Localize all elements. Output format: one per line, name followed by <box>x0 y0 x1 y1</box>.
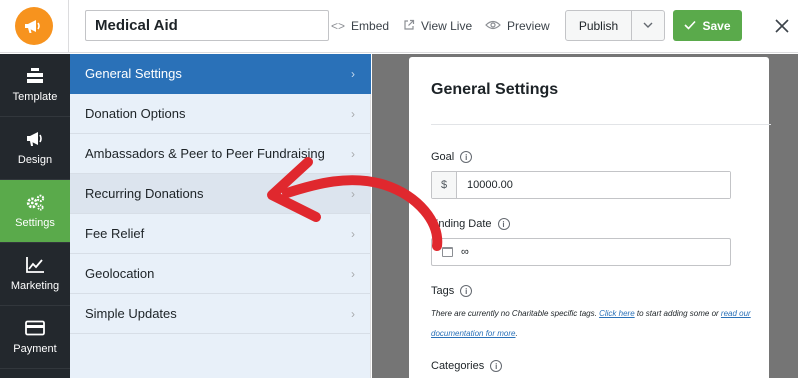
info-icon[interactable]: i <box>490 360 503 372</box>
chevron-right-icon: › <box>351 227 355 241</box>
goal-field: $ <box>431 171 731 199</box>
info-icon[interactable]: i <box>460 151 473 163</box>
tags-text-middle: to start adding some or <box>634 309 721 318</box>
checkmark-icon <box>684 19 697 33</box>
embed-button[interactable]: <> Embed <box>331 17 389 35</box>
sidebar-item-label: Marketing <box>10 280 60 292</box>
campaign-title-input[interactable] <box>85 10 329 41</box>
categories-label: Categories i <box>431 360 503 372</box>
top-bar: <> Embed View Live Preview Publish Save <box>0 0 798 53</box>
menu-item-label: Simple Updates <box>85 306 177 321</box>
sidebar-item-label: Settings <box>15 217 55 229</box>
menu-item-label: Geolocation <box>85 266 155 281</box>
sidebar-item-payment[interactable]: Payment <box>0 306 70 369</box>
publish-button[interactable]: Publish <box>566 11 632 40</box>
currency-prefix: $ <box>432 172 457 198</box>
eye-icon <box>485 19 501 33</box>
menu-item-label: Donation Options <box>85 106 186 121</box>
sidebar-item-template[interactable]: Template <box>0 54 70 117</box>
divider <box>431 124 771 125</box>
chevron-down-icon <box>643 20 653 31</box>
chevron-right-icon: › <box>351 267 355 281</box>
settings-menu: General Settings › Donation Options › Am… <box>70 54 371 378</box>
view-live-label: View Live <box>421 19 473 33</box>
menu-item-donation-options[interactable]: Donation Options › <box>70 94 371 134</box>
calendar-icon <box>442 247 453 257</box>
sidebar-item-label: Payment <box>13 343 57 355</box>
sidebar-item-design[interactable]: Design <box>0 117 70 180</box>
general-settings-panel: General Settings Goal i $ Ending Date i … <box>409 57 771 378</box>
tags-text-after: . <box>515 329 518 338</box>
close-icon <box>774 10 790 41</box>
embed-label: Embed <box>351 19 390 33</box>
sidebar-item-marketing[interactable]: Marketing <box>0 243 70 306</box>
external-link-icon <box>403 19 415 33</box>
menu-item-label: General Settings <box>85 66 182 81</box>
chevron-right-icon: › <box>351 107 355 121</box>
goal-label: Goal i <box>431 151 473 163</box>
save-label: Save <box>702 18 731 33</box>
builder-sidebar: Template Design Settings Marketing Payme… <box>0 54 70 378</box>
panel-title: General Settings <box>431 81 559 98</box>
gears-icon <box>25 193 45 211</box>
categories-label-text: Categories <box>431 360 485 372</box>
ending-date-input[interactable]: ∞ <box>431 238 731 266</box>
publish-dropdown-toggle[interactable] <box>632 11 664 40</box>
credit-card-icon <box>25 319 45 337</box>
info-icon[interactable]: i <box>497 218 510 230</box>
logo[interactable] <box>15 7 53 45</box>
code-icon: <> <box>331 19 346 33</box>
sidebar-item-label: Design <box>17 154 53 166</box>
menu-item-label: Ambassadors & Peer to Peer Fundraising <box>85 146 325 161</box>
menu-item-label: Recurring Donations <box>85 186 204 201</box>
click-here-link[interactable]: Click here <box>599 309 635 318</box>
publish-group: Publish <box>565 10 665 41</box>
menu-item-fee-relief[interactable]: Fee Relief › <box>70 214 371 254</box>
close-button[interactable] <box>765 10 798 41</box>
chevron-right-icon: › <box>351 307 355 321</box>
info-icon[interactable]: i <box>460 285 473 297</box>
template-icon <box>25 67 45 85</box>
chevron-right-icon: › <box>351 147 355 161</box>
sidebar-item-settings[interactable]: Settings <box>0 180 70 243</box>
sidebar-item-label: Template <box>12 91 58 103</box>
menu-item-label: Fee Relief <box>85 226 145 241</box>
tags-label-text: Tags <box>431 285 455 297</box>
view-live-button[interactable]: View Live <box>403 17 472 35</box>
menu-item-geolocation[interactable]: Geolocation › <box>70 254 371 294</box>
megaphone-icon <box>25 130 45 148</box>
topbar-divider <box>68 0 69 53</box>
goal-label-text: Goal <box>431 151 455 163</box>
tags-help-text: There are currently no Charitable specif… <box>431 304 751 344</box>
menu-item-simple-updates[interactable]: Simple Updates › <box>70 294 371 334</box>
preview-label: Preview <box>507 19 550 33</box>
menu-item-ambassadors[interactable]: Ambassadors & Peer to Peer Fundraising › <box>70 134 371 174</box>
ending-date-label: Ending Date i <box>431 218 510 230</box>
goal-input[interactable] <box>457 172 730 198</box>
preview-button[interactable]: Preview <box>485 17 550 35</box>
tags-label: Tags i <box>431 285 473 297</box>
chevron-right-icon: › <box>351 67 355 81</box>
save-button[interactable]: Save <box>673 10 742 41</box>
menu-item-general-settings[interactable]: General Settings › <box>70 54 371 94</box>
ending-date-label-text: Ending Date <box>431 218 492 230</box>
tags-text-before: There are currently no Charitable specif… <box>431 309 600 318</box>
chevron-right-icon: › <box>351 187 355 201</box>
megaphone-icon <box>25 20 40 33</box>
ending-date-value: ∞ <box>461 246 469 258</box>
chart-icon <box>25 256 45 274</box>
menu-item-recurring-donations[interactable]: Recurring Donations › <box>70 174 371 214</box>
